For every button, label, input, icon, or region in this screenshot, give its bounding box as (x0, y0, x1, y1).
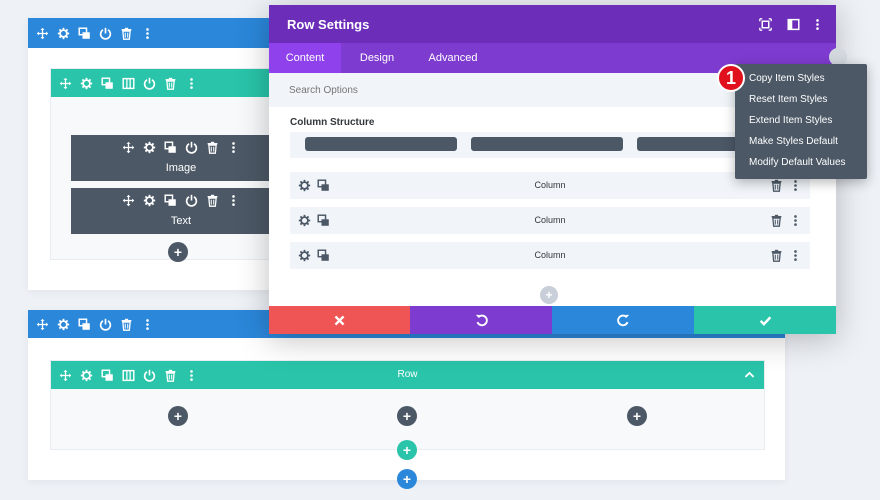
row-2: Row + + + (50, 360, 765, 450)
add-section-button[interactable]: + (397, 469, 417, 489)
more-vertical-icon[interactable] (185, 77, 198, 90)
more-vertical-icon[interactable] (227, 141, 240, 154)
duplicate-icon[interactable] (78, 318, 91, 331)
more-vertical-icon[interactable] (789, 249, 802, 262)
more-vertical-icon[interactable] (811, 18, 824, 31)
trash-icon[interactable] (120, 27, 133, 40)
menu-item-modify-defaults[interactable]: Modify Default Values (749, 157, 846, 168)
columns-icon[interactable] (122, 77, 135, 90)
power-icon[interactable] (185, 194, 198, 207)
column-item[interactable]: Column (290, 207, 810, 234)
undo-icon (475, 314, 488, 327)
target-icon[interactable] (759, 18, 772, 31)
gear-icon[interactable] (57, 318, 70, 331)
column-label: Column (534, 215, 566, 225)
plus-icon: + (402, 442, 412, 458)
move-icon[interactable] (59, 77, 72, 90)
menu-item-copy-styles[interactable]: Copy Item Styles (749, 73, 825, 84)
add-module-button[interactable]: + (397, 406, 417, 426)
modal-footer (269, 306, 836, 334)
modal-title: Row Settings (287, 17, 370, 32)
plus-icon: + (402, 471, 412, 487)
tab-content[interactable]: Content (269, 43, 341, 73)
close-icon (333, 314, 346, 327)
row-toolbar: Row (51, 361, 764, 389)
column-label: Column (534, 250, 566, 260)
power-icon[interactable] (143, 77, 156, 90)
plus-icon: + (402, 408, 412, 424)
check-icon (759, 314, 772, 327)
more-vertical-icon[interactable] (141, 27, 154, 40)
tab-advanced[interactable]: Advanced (413, 43, 493, 73)
undo-button[interactable] (410, 306, 552, 334)
add-module-button[interactable]: + (168, 406, 188, 426)
redo-button[interactable] (552, 306, 694, 334)
move-icon[interactable] (36, 27, 49, 40)
section-2: Row + + + + + (28, 310, 785, 489)
more-vertical-icon[interactable] (141, 318, 154, 331)
cancel-button[interactable] (269, 306, 410, 334)
power-icon[interactable] (185, 141, 198, 154)
column-item[interactable]: Column (290, 242, 810, 269)
modal-header: Row Settings (269, 5, 836, 43)
column-structure-block[interactable] (471, 137, 623, 151)
context-menu: Copy Item Styles Reset Item Styles Exten… (735, 64, 867, 179)
column-item[interactable]: Column (290, 172, 810, 199)
power-icon[interactable] (99, 318, 112, 331)
trash-icon[interactable] (206, 194, 219, 207)
gear-icon[interactable] (80, 77, 93, 90)
trash-icon[interactable] (164, 77, 177, 90)
power-icon[interactable] (99, 27, 112, 40)
menu-item-make-default[interactable]: Make Styles Default (749, 136, 838, 147)
gear-icon[interactable] (143, 194, 156, 207)
redo-icon (617, 314, 630, 327)
move-icon[interactable] (122, 194, 135, 207)
trash-icon[interactable] (120, 318, 133, 331)
save-button[interactable] (694, 306, 836, 334)
duplicate-icon[interactable] (164, 194, 177, 207)
tab-design[interactable]: Design (341, 43, 413, 73)
more-vertical-icon[interactable] (789, 214, 802, 227)
gear-icon[interactable] (57, 27, 70, 40)
more-vertical-icon[interactable] (227, 194, 240, 207)
trash-icon[interactable] (206, 141, 219, 154)
split-view-icon[interactable] (787, 18, 800, 31)
more-vertical-icon[interactable] (789, 179, 802, 192)
module-label: Text (170, 215, 192, 227)
move-icon[interactable] (36, 318, 49, 331)
add-module-button[interactable]: + (168, 242, 188, 262)
module-label: Image (165, 162, 197, 174)
column-structure-block[interactable] (305, 137, 457, 151)
menu-item-reset-styles[interactable]: Reset Item Styles (749, 94, 827, 105)
row-label: Row (397, 369, 418, 380)
step-badge: 1 (717, 64, 745, 92)
duplicate-icon[interactable] (101, 77, 114, 90)
move-icon[interactable] (122, 141, 135, 154)
image-module[interactable]: Image (71, 135, 291, 181)
column-structure-label: Column Structure (290, 117, 375, 128)
add-module-button[interactable]: + (627, 406, 647, 426)
trash-icon[interactable] (770, 179, 783, 192)
plus-icon: + (632, 408, 642, 424)
add-row-button[interactable]: + (397, 440, 417, 460)
plus-icon: + (545, 288, 553, 302)
plus-icon: + (173, 244, 183, 260)
trash-icon[interactable] (770, 214, 783, 227)
text-module[interactable]: Text (71, 188, 291, 234)
menu-item-extend-styles[interactable]: Extend Item Styles (749, 115, 832, 126)
plus-icon: + (173, 408, 183, 424)
add-column-button[interactable]: + (540, 286, 558, 304)
column-label: Column (534, 180, 566, 190)
duplicate-icon[interactable] (164, 141, 177, 154)
duplicate-icon[interactable] (78, 27, 91, 40)
trash-icon[interactable] (770, 249, 783, 262)
chevron-up-icon[interactable] (743, 368, 756, 381)
gear-icon[interactable] (143, 141, 156, 154)
